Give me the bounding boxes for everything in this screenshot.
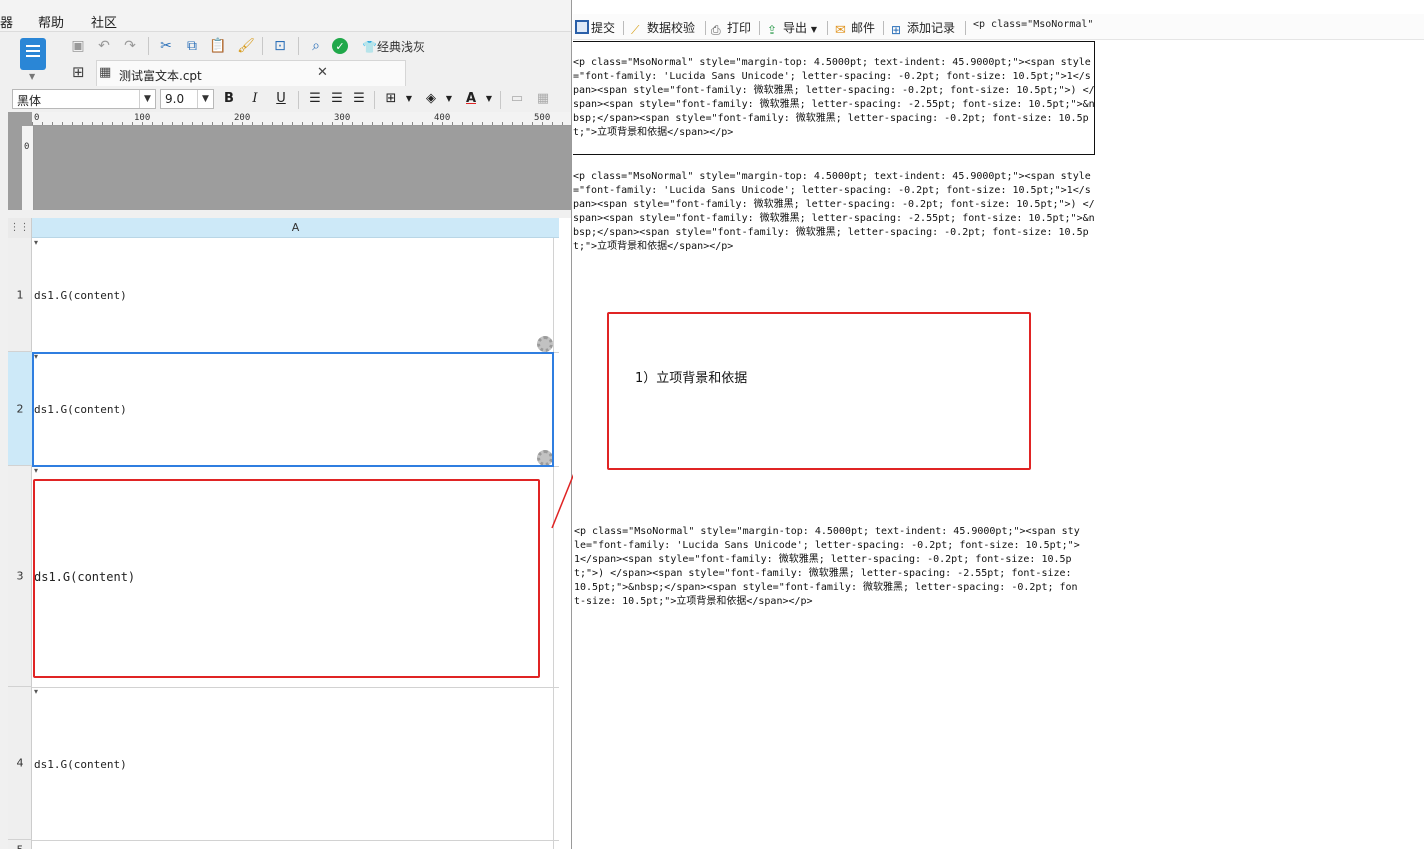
close-icon[interactable]: ✕ bbox=[317, 65, 328, 80]
search-icon[interactable]: ⌕ bbox=[306, 36, 326, 56]
submit-button[interactable]: 提交 bbox=[575, 19, 615, 36]
font-size-select[interactable]: 9.0 ▼ bbox=[160, 89, 214, 109]
border-icon[interactable]: ⊞ bbox=[382, 90, 400, 108]
row-headers: 1 2 3 4 5 bbox=[8, 238, 32, 849]
cell-marker: ▾ bbox=[34, 238, 39, 247]
paste-icon[interactable]: 📋 bbox=[208, 36, 228, 56]
chevron-down-icon: ▼ bbox=[810, 25, 817, 34]
menu-item-partial[interactable]: 器 bbox=[0, 12, 13, 31]
data-validate-button[interactable]: ⟋ 数据校验 bbox=[631, 19, 695, 37]
cell-marker: ▾ bbox=[34, 466, 39, 475]
mail-button[interactable]: ✉ 邮件 bbox=[835, 19, 875, 38]
gear-icon[interactable] bbox=[537, 336, 553, 352]
format-painter-icon[interactable]: 🖌 bbox=[236, 36, 256, 56]
print-icon: ⎙ bbox=[711, 23, 721, 37]
underline-button[interactable]: U bbox=[272, 90, 290, 108]
add-record-icon: ⊞ bbox=[891, 23, 902, 37]
chevron-down-icon[interactable]: ▼ bbox=[440, 90, 458, 108]
row-header-3[interactable]: 3 bbox=[8, 466, 32, 687]
save-icon bbox=[575, 20, 589, 34]
split-cells-icon[interactable]: ▦ bbox=[534, 90, 552, 108]
copy-icon[interactable]: ⧉ bbox=[182, 36, 202, 56]
file-tab-label: 测试富文本.cpt bbox=[119, 69, 202, 83]
print-button[interactable]: ⎙ 打印 bbox=[711, 19, 751, 37]
rendered-annotation-box bbox=[607, 312, 1031, 470]
main-toolbar: ▣ ↶ ↷ ✂ ⧉ 📋 🖌 ⊡ ⌕ ✓ 👕经典浅灰 bbox=[0, 33, 571, 59]
format-toolbar: 黑体 ▼ 9.0 ▼ B I U ☰ ☰ ☰ ⊞ ▼ ◈ ▼ A ▼ ▭ ▦ bbox=[0, 87, 571, 111]
align-left-icon[interactable]: ☰ bbox=[306, 90, 324, 108]
align-right-icon[interactable]: ☰ bbox=[350, 90, 368, 108]
redo-icon[interactable]: ↷ bbox=[120, 36, 140, 56]
vertical-ruler: 0 bbox=[22, 126, 34, 210]
horizontal-ruler: 0 100 200 300 400 500 bbox=[32, 112, 571, 126]
cell-a4[interactable]: ds1.G(content) bbox=[34, 758, 127, 771]
wand-icon: ⟋ bbox=[631, 23, 640, 37]
italic-button[interactable]: I bbox=[246, 90, 264, 108]
row-header-5[interactable]: 5 bbox=[8, 840, 32, 849]
export-icon: ⇪ bbox=[767, 23, 778, 37]
menu-item-help[interactable]: 帮助 bbox=[38, 12, 64, 31]
column-header-a[interactable]: A bbox=[32, 218, 559, 238]
check-icon[interactable]: ✓ bbox=[332, 38, 348, 54]
preview-icon[interactable]: ⊡ bbox=[270, 36, 290, 56]
preview-html-block-1: <p class="MsoNormal" style="margin-top: … bbox=[573, 57, 1095, 138]
menu-item-community[interactable]: 社区 bbox=[91, 12, 117, 31]
row-header-2[interactable]: 2 bbox=[8, 352, 32, 466]
preview-html-block-4: <p class="MsoNormal" style="margin-top: … bbox=[574, 526, 1080, 607]
tab-file[interactable]: ▦ 测试富文本.cpt ✕ bbox=[96, 60, 406, 86]
chevron-down-icon: ▼ bbox=[139, 90, 155, 108]
row-header-1[interactable]: 1 bbox=[8, 238, 32, 352]
preview-html-block-2: <p class="MsoNormal" style="margin-top: … bbox=[573, 171, 1095, 252]
tab-row: ⊞ ▦ 测试富文本.cpt ✕ bbox=[66, 60, 571, 86]
bold-button[interactable]: B bbox=[220, 90, 238, 108]
save-icon[interactable]: ▣ bbox=[68, 36, 88, 56]
classic-gray-theme-button[interactable]: 👕经典浅灰 bbox=[362, 38, 425, 55]
merge-cells-icon[interactable]: ▭ bbox=[508, 90, 526, 108]
designer-pane: 器 帮助 社区 ▼ ▣ ↶ ↷ ✂ ⧉ 📋 🖌 ⊡ ⌕ ✓ 👕经典浅灰 ⊞ ▦ … bbox=[0, 0, 572, 849]
row-header-4[interactable]: 4 bbox=[8, 687, 32, 840]
preview-toolbar: 提交 ⟋ 数据校验 ⎙ 打印 ⇪ 导出 ▼ ✉ 邮件 ⊞ 添加记录 <p class="M… bbox=[573, 14, 1424, 40]
cut-icon[interactable]: ✂ bbox=[156, 36, 176, 56]
fill-color-icon[interactable]: ◈ bbox=[422, 90, 440, 108]
chevron-down-icon: ▼ bbox=[197, 90, 213, 108]
cell-marker: ▾ bbox=[34, 687, 39, 696]
toolbar-snippet: <p class="MsoNormal" style="margin-top: bbox=[973, 19, 1093, 30]
tshirt-icon: 👕 bbox=[362, 40, 377, 54]
report-file-icon: ▦ bbox=[99, 65, 112, 80]
align-center-icon[interactable]: ☰ bbox=[328, 90, 346, 108]
preview-pane: 提交 ⟋ 数据校验 ⎙ 打印 ⇪ 导出 ▼ ✉ 邮件 ⊞ 添加记录 <p class="M… bbox=[573, 0, 1424, 849]
column-divider bbox=[553, 238, 554, 849]
add-record-button[interactable]: ⊞ 添加记录 bbox=[891, 19, 955, 37]
menu-bar: 器 帮助 社区 bbox=[0, 0, 571, 32]
selected-cell-outline bbox=[32, 352, 554, 467]
ruler-area: 0 100 200 300 400 500 0 bbox=[8, 112, 571, 210]
font-color-icon[interactable]: A bbox=[462, 90, 480, 108]
chevron-down-icon[interactable]: ▼ bbox=[400, 90, 418, 108]
chevron-down-icon[interactable]: ▼ bbox=[480, 90, 498, 108]
app-icon-dropdown-icon[interactable]: ▼ bbox=[29, 72, 35, 81]
cell-a1[interactable]: ds1.G(content) bbox=[34, 289, 127, 302]
annotation-box bbox=[33, 479, 540, 678]
export-button[interactable]: ⇪ 导出 ▼ bbox=[767, 19, 817, 37]
grid-corner[interactable]: ⋮⋮ bbox=[8, 218, 32, 238]
undo-icon[interactable]: ↶ bbox=[94, 36, 114, 56]
rendered-rich-text: 1）立项背景和依据 bbox=[635, 371, 748, 386]
font-family-select[interactable]: 黑体 ▼ bbox=[12, 89, 156, 109]
grid-view-icon[interactable]: ⊞ bbox=[72, 63, 85, 81]
mail-icon: ✉ bbox=[835, 23, 846, 38]
